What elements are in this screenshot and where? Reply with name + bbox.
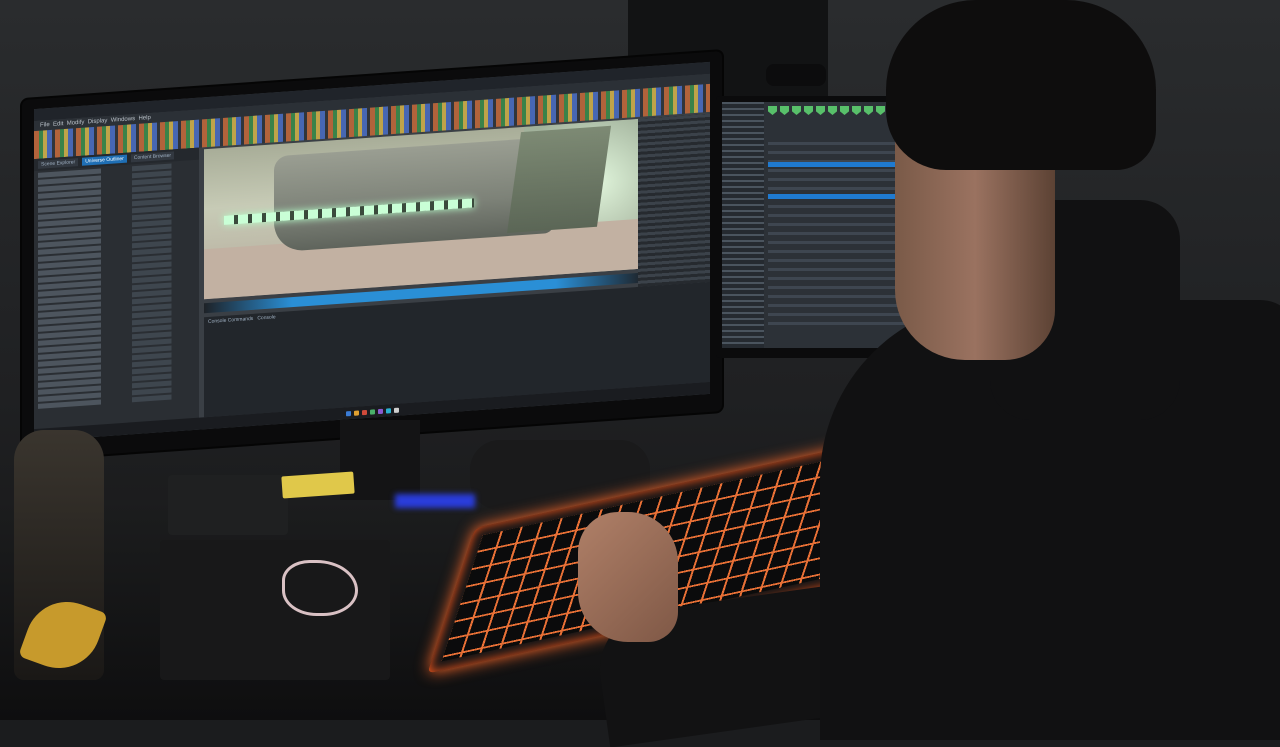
main-monitor: File Edit Modify Display Windows Help Sc… (22, 51, 722, 460)
tab-console[interactable]: Console (257, 314, 275, 321)
menu-item[interactable]: Help (138, 115, 150, 122)
photo-scene: File Edit Modify Display Windows Help Sc… (0, 0, 1280, 747)
person-hand (578, 512, 678, 642)
shield-icon[interactable] (840, 106, 849, 115)
tab-content-browser[interactable]: Content Browser (130, 151, 175, 163)
app-icon[interactable] (361, 409, 367, 415)
tab-console-commands[interactable]: Console Commands (208, 316, 253, 325)
menu-item[interactable]: Display (88, 118, 108, 125)
shield-icon[interactable] (816, 106, 825, 115)
menu-item[interactable]: Edit (53, 121, 63, 128)
webcam (766, 64, 826, 86)
app-icon[interactable] (385, 407, 391, 414)
blue-accent-light (395, 494, 475, 508)
black-box (168, 475, 288, 535)
hierarchy-tree[interactable] (722, 102, 764, 348)
shield-icon[interactable] (876, 106, 885, 115)
shield-icon[interactable] (768, 106, 777, 115)
shield-icon[interactable] (792, 106, 801, 115)
app-icon[interactable] (369, 408, 375, 415)
shield-icon[interactable] (864, 106, 873, 115)
tab-scene-explorer[interactable]: Scene Explorer (38, 158, 79, 169)
scene-list-panel: Scene Explorer Universe Outliner Content… (34, 147, 199, 442)
spaceship-nose (506, 125, 612, 234)
shield-icon[interactable] (852, 106, 861, 115)
menu-item[interactable]: Modify (67, 120, 85, 127)
person-hair (886, 0, 1156, 170)
app-icon[interactable] (393, 407, 399, 413)
asset-list (34, 160, 199, 414)
menu-item[interactable]: File (40, 122, 50, 129)
main-screen: File Edit Modify Display Windows Help Sc… (34, 61, 710, 442)
menu-item[interactable]: Windows (111, 116, 135, 124)
shield-icon[interactable] (804, 106, 813, 115)
folder-icon[interactable] (353, 409, 359, 416)
shield-icon[interactable] (828, 106, 837, 115)
gift-box (160, 540, 390, 680)
start-icon[interactable] (345, 410, 351, 416)
3d-viewport[interactable] (204, 118, 644, 300)
secondary-screen (722, 102, 922, 348)
app-icon[interactable] (377, 408, 383, 414)
shield-icon[interactable] (780, 106, 789, 115)
